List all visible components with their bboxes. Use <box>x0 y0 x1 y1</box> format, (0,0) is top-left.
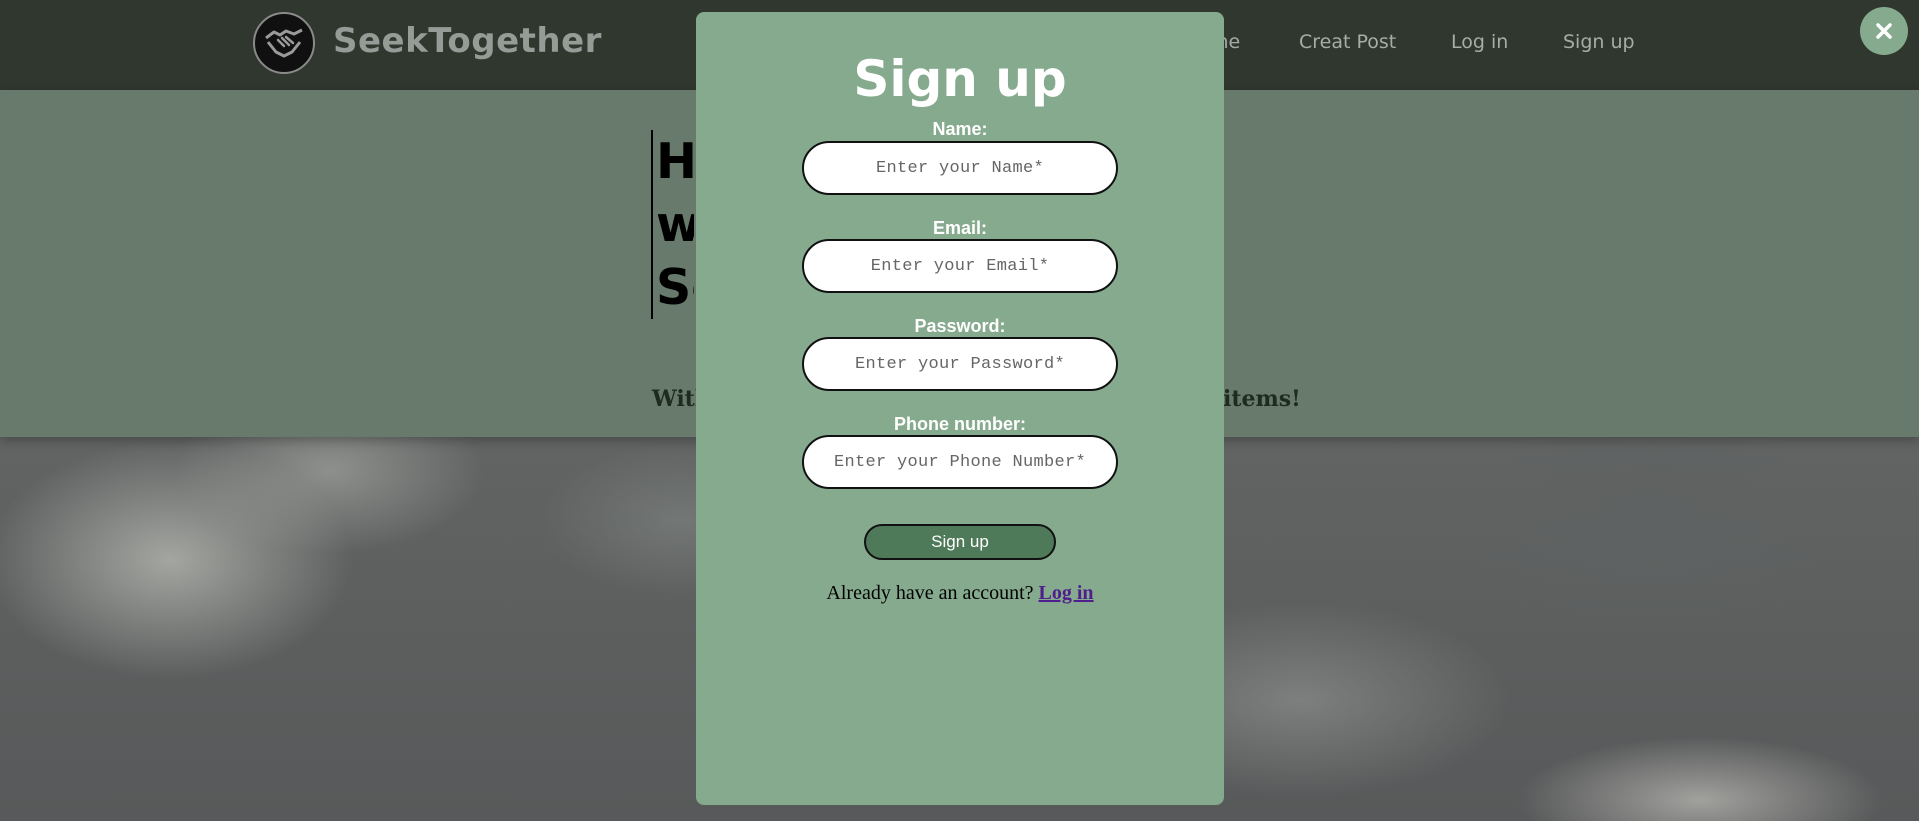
hero-title-line: He <box>656 133 694 190</box>
phone-label: Phone number: <box>893 414 1026 434</box>
nav-link-log-in[interactable]: Log in <box>1451 31 1508 53</box>
modal-title: Sign up <box>853 50 1067 108</box>
login-prompt-text: Already have an account? <box>826 582 1034 604</box>
name-input[interactable] <box>802 141 1118 195</box>
signup-button[interactable]: Sign up <box>864 524 1056 560</box>
password-label: Password: <box>914 316 1006 336</box>
name-label: Name: <box>932 119 988 139</box>
hero-title-line: wi <box>656 193 694 256</box>
hero-title-line: Se <box>656 259 694 316</box>
close-modal-button[interactable] <box>1860 7 1908 55</box>
phone-input[interactable] <box>802 435 1118 489</box>
login-prompt-line: Already have an account? Log in <box>696 582 1224 605</box>
password-input[interactable] <box>802 337 1118 391</box>
brand-name[interactable]: SeekTogether <box>333 21 602 61</box>
email-input[interactable] <box>802 239 1118 293</box>
signup-modal: Sign up Name: Email: Password: Phone num… <box>696 12 1224 805</box>
login-link[interactable]: Log in <box>1039 582 1094 604</box>
nav-link-creat-post[interactable]: Creat Post <box>1299 31 1396 53</box>
nav-link-sign-up[interactable]: Sign up <box>1563 31 1635 53</box>
email-label: Email: <box>932 218 988 238</box>
hero-subtitle-end: items! <box>1223 386 1301 412</box>
hero-title: He wi Se <box>651 130 694 319</box>
logo[interactable] <box>253 12 315 74</box>
